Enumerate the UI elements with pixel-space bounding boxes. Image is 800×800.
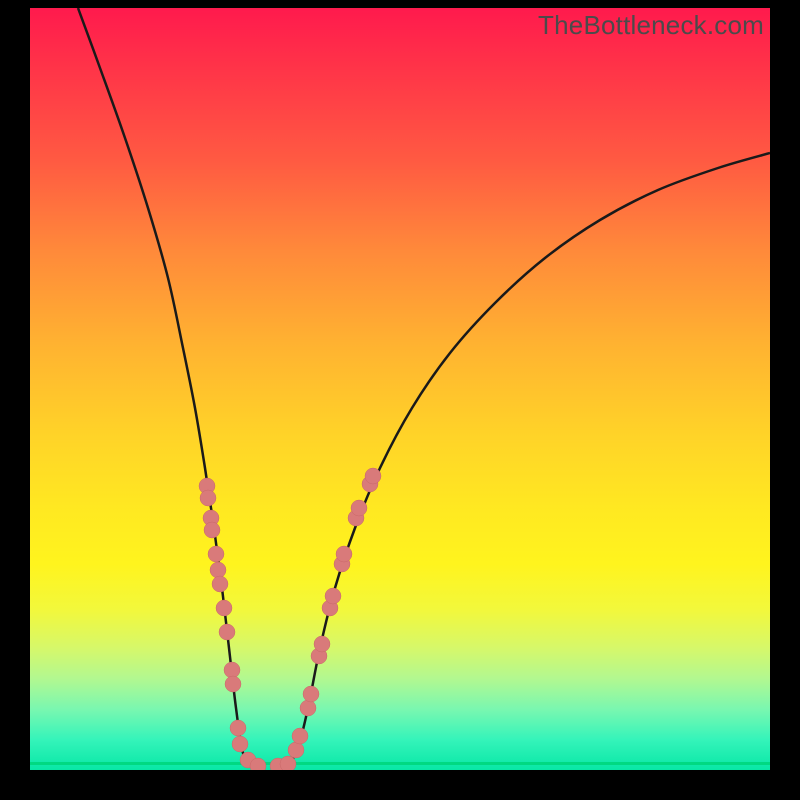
data-marker	[288, 742, 304, 758]
data-marker	[351, 500, 367, 516]
data-marker	[224, 662, 240, 678]
data-marker	[210, 562, 226, 578]
data-marker	[314, 636, 330, 652]
data-marker	[200, 490, 216, 506]
data-marker	[280, 756, 296, 770]
data-marker	[204, 522, 220, 538]
data-marker	[225, 676, 241, 692]
data-marker	[216, 600, 232, 616]
curve-left-arm	[78, 8, 253, 766]
data-marker	[303, 686, 319, 702]
data-marker	[219, 624, 235, 640]
markers-right-cluster	[270, 468, 381, 770]
bottleneck-curve-chart	[30, 8, 770, 770]
markers-left-cluster	[199, 478, 266, 770]
data-marker	[365, 468, 381, 484]
curve-right-arm	[288, 153, 770, 766]
data-marker	[212, 576, 228, 592]
data-marker	[336, 546, 352, 562]
data-marker	[208, 546, 224, 562]
data-marker	[230, 720, 246, 736]
data-marker	[232, 736, 248, 752]
data-marker	[325, 588, 341, 604]
data-marker	[292, 728, 308, 744]
data-marker	[300, 700, 316, 716]
